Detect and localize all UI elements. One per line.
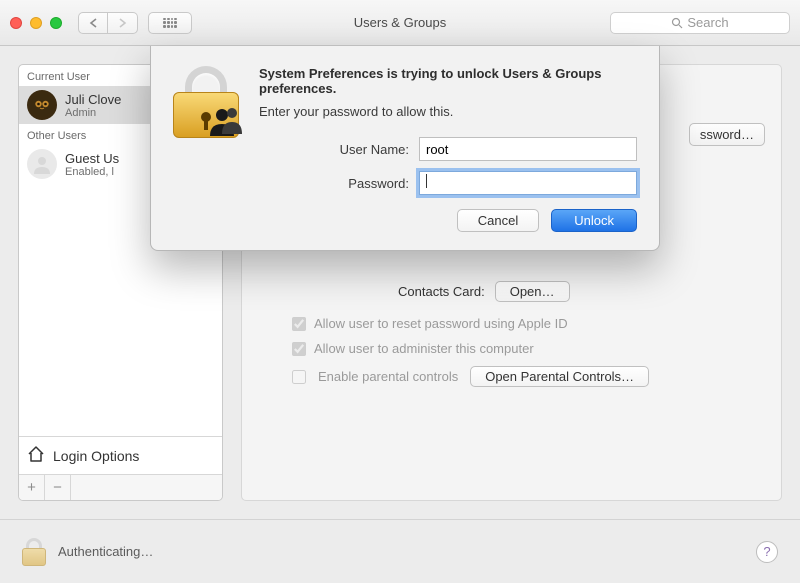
show-all-button[interactable] bbox=[148, 12, 192, 34]
lock-status: Authenticating… bbox=[58, 544, 153, 559]
login-options-button[interactable]: Login Options bbox=[19, 436, 222, 474]
change-password-button[interactable]: ssword… bbox=[689, 123, 765, 146]
back-button[interactable] bbox=[78, 12, 108, 34]
user-role: Admin bbox=[65, 107, 121, 119]
home-icon bbox=[27, 445, 45, 466]
minimize-window-button[interactable] bbox=[30, 17, 42, 29]
help-button[interactable]: ? bbox=[756, 541, 778, 563]
search-input[interactable]: Search bbox=[610, 12, 790, 34]
unlock-button[interactable]: Unlock bbox=[551, 209, 637, 232]
checkbox-icon bbox=[292, 342, 306, 356]
user-name: Juli Clove bbox=[65, 92, 121, 107]
checkbox-label: Allow user to administer this computer bbox=[314, 341, 534, 356]
username-field[interactable] bbox=[419, 137, 637, 161]
cancel-button[interactable]: Cancel bbox=[457, 209, 539, 232]
password-field[interactable] bbox=[419, 171, 637, 195]
allow-reset-password-checkbox[interactable]: Allow user to reset password using Apple… bbox=[292, 316, 765, 331]
zoom-window-button[interactable] bbox=[50, 17, 62, 29]
username-label: User Name: bbox=[259, 142, 409, 157]
user-name: Guest Us bbox=[65, 151, 119, 166]
contacts-card-label: Contacts Card: bbox=[398, 284, 485, 299]
remove-user-button[interactable]: − bbox=[45, 475, 71, 500]
search-placeholder: Search bbox=[687, 15, 728, 30]
open-parental-controls-button[interactable]: Open Parental Controls… bbox=[470, 366, 649, 387]
dialog-subtext: Enter your password to allow this. bbox=[259, 104, 637, 119]
avatar-placeholder-icon bbox=[27, 149, 57, 179]
search-icon bbox=[671, 17, 683, 29]
checkbox-label: Enable parental controls bbox=[318, 369, 458, 384]
add-user-button[interactable]: + bbox=[19, 475, 45, 500]
forward-button[interactable] bbox=[108, 12, 138, 34]
close-window-button[interactable] bbox=[10, 17, 22, 29]
add-remove-bar: + − bbox=[19, 474, 222, 500]
user-sub: Enabled, l bbox=[65, 166, 119, 178]
users-silhouette-icon bbox=[209, 106, 245, 136]
checkbox-icon bbox=[292, 317, 306, 331]
allow-administer-checkbox[interactable]: Allow user to administer this computer bbox=[292, 341, 765, 356]
window-controls bbox=[10, 17, 62, 29]
dialog-heading: System Preferences is trying to unlock U… bbox=[259, 66, 637, 96]
open-contacts-button[interactable]: Open… bbox=[495, 281, 570, 302]
password-label: Password: bbox=[259, 176, 409, 191]
checkbox-label: Allow user to reset password using Apple… bbox=[314, 316, 568, 331]
parental-controls-checkbox[interactable] bbox=[292, 370, 306, 384]
avatar bbox=[27, 90, 57, 120]
lock-icon bbox=[173, 66, 241, 138]
titlebar: Users & Groups Search bbox=[0, 0, 800, 46]
lock-icon[interactable] bbox=[22, 538, 46, 566]
login-options-label: Login Options bbox=[53, 448, 139, 464]
footer: Authenticating… ? bbox=[0, 519, 800, 583]
auth-dialog: System Preferences is trying to unlock U… bbox=[150, 46, 660, 251]
